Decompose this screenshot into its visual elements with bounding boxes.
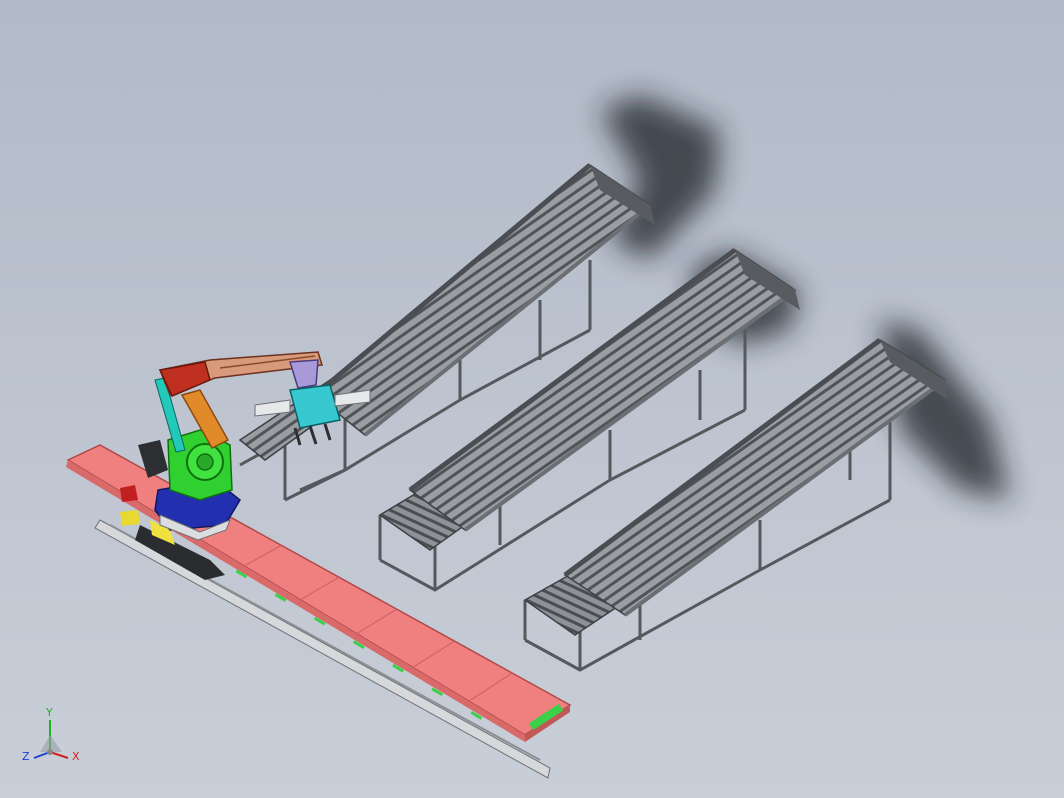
z-axis-label: Z [22, 750, 30, 763]
assembly-3d-model[interactable] [0, 0, 1064, 798]
orientation-triad [33, 720, 69, 759]
cad-viewport[interactable]: Y Z X [0, 0, 1064, 798]
x-axis-label: X [72, 750, 80, 763]
conveyor-1[interactable] [238, 163, 655, 502]
y-axis-label: Y [46, 706, 53, 719]
